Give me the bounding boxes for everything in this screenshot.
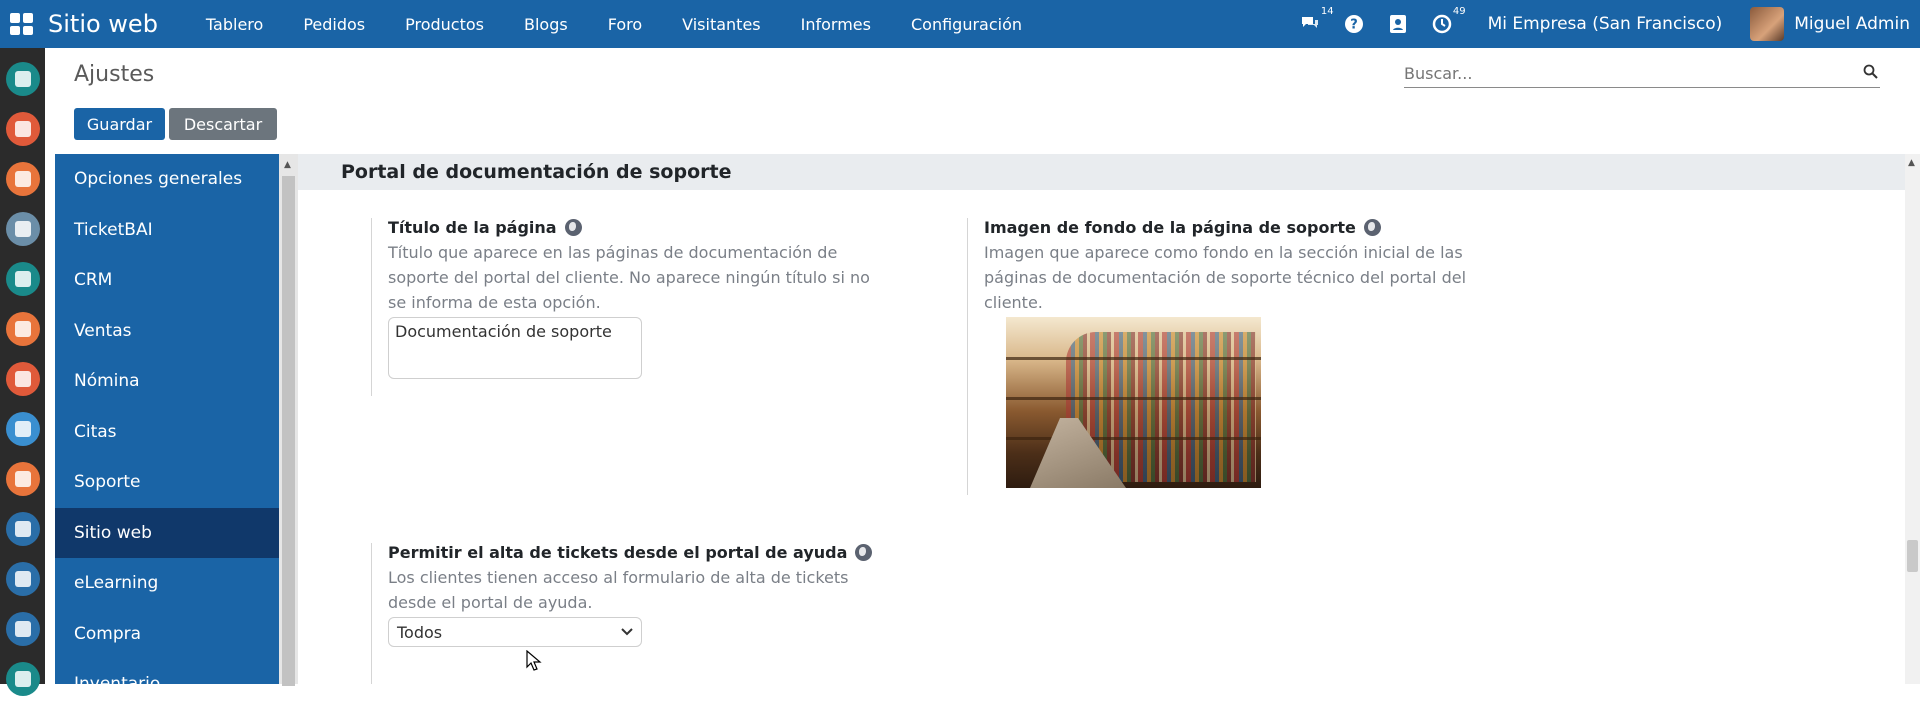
setting-description: Título que aparece en las páginas de doc… [388,243,870,312]
setting-title: Título de la página [388,218,557,237]
select-value: Todos [397,622,443,642]
sidebar-item-sitio-web[interactable]: Sitio web [55,507,279,558]
main-scrollbar[interactable]: ▲ [1905,154,1920,684]
contacts-icon[interactable] [1386,12,1410,36]
menu-item-configuracion[interactable]: Configuración [891,15,1042,34]
menu-item-productos[interactable]: Productos [385,15,504,34]
setting-description: Imagen que aparece como fondo en la secc… [984,243,1467,312]
mouse-cursor-icon [526,650,542,671]
app-brand[interactable]: Sitio web [48,10,158,38]
sidebar-scrollbar[interactable]: ▲ [279,154,298,686]
setting-background-image: Imagen de fondo de la página de soporte … [967,218,1507,495]
scroll-up-arrow-icon[interactable]: ▲ [1908,158,1915,168]
section-header: Portal de documentación de soporte [298,154,1905,190]
top-navbar: Sitio web Tablero Pedidos Productos Blog… [0,0,1920,48]
setting-description: Los clientes tienen acceso al formulario… [388,568,849,612]
globe-icon [564,219,582,236]
breadcrumb: Ajustes [74,62,155,87]
menu-item-blogs[interactable]: Blogs [504,15,588,34]
sidebar-item-crm[interactable]: CRM [55,255,279,306]
contacts-app-icon[interactable] [6,212,40,246]
inventory-app-icon[interactable] [6,662,40,696]
menu-item-tablero[interactable]: Tablero [186,15,283,34]
search-input[interactable] [1404,60,1844,86]
apps-grid-icon[interactable] [8,11,34,37]
menu-item-foro[interactable]: Foro [588,15,662,34]
dashboards-app-icon[interactable] [6,362,40,396]
main-menu: Tablero Pedidos Productos Blogs Foro Vis… [186,15,1042,34]
background-image-preview[interactable] [1006,317,1261,488]
help-icon[interactable]: ? [1342,12,1366,36]
accounting-app-icon[interactable] [6,562,40,596]
app-rail [0,48,45,696]
page-title-input[interactable]: Documentación de soporte [388,317,642,379]
user-menu[interactable]: Miguel Admin [1794,14,1910,34]
helpdesk-app-icon[interactable] [6,462,40,496]
sales-app-icon[interactable] [6,312,40,346]
planning-app-icon[interactable] [6,612,40,646]
appointments-app-icon[interactable] [6,412,40,446]
discard-button[interactable]: Descartar [169,108,277,140]
ticket-submission-select[interactable]: Todos [388,617,642,647]
scroll-up-arrow-icon[interactable]: ▲ [284,160,291,170]
pos-app-icon[interactable] [6,512,40,546]
crm-app-icon[interactable] [6,262,40,296]
sidebar-item-citas[interactable]: Citas [55,407,279,458]
search-icon[interactable] [1863,64,1878,83]
messages-count-badge: 14 [1320,6,1334,17]
setting-title: Permitir el alta de tickets desde el por… [388,543,848,562]
sidebar-item-ticketbai[interactable]: TicketBAI [55,205,279,256]
sidebar-item-nómina[interactable]: Nómina [55,356,279,407]
menu-item-informes[interactable]: Informes [781,15,891,34]
search-bar [1404,60,1880,88]
systray: 14 ? 49 Mi Empresa (San Francisco) Migue… [1288,0,1920,48]
sidebar-item-compra[interactable]: Compra [55,609,279,660]
activities-count-badge: 49 [1452,6,1466,17]
calendar-app-icon[interactable] [6,112,40,146]
globe-icon [1363,219,1381,236]
sidebar-item-elearning[interactable]: eLearning [55,558,279,609]
setting-title: Imagen de fondo de la página de soporte [984,218,1356,237]
main-scroll-thumb[interactable] [1907,540,1918,572]
sidebar-item-ventas[interactable]: Ventas [55,306,279,357]
notes-app-icon[interactable] [6,162,40,196]
discuss-app-icon[interactable] [6,62,40,96]
menu-item-visitantes[interactable]: Visitantes [662,15,781,34]
save-button[interactable]: Guardar [74,108,165,140]
svg-text:?: ? [1350,18,1358,33]
company-switcher[interactable]: Mi Empresa (San Francisco) [1488,14,1723,34]
sidebar-item-inventario[interactable]: Inventario [55,659,279,710]
activity-clock-icon[interactable]: 49 [1430,6,1466,36]
menu-item-pedidos[interactable]: Pedidos [283,15,385,34]
settings-sidebar: Opciones generales TicketBAI CRM Ventas Nómi… [55,154,279,694]
sidebar-item-opciones-generales[interactable]: Opciones generales [55,154,279,205]
chevron-down-icon [621,625,633,639]
chat-icon[interactable]: 14 [1298,6,1334,36]
sidebar-item-soporte[interactable]: Soporte [55,457,279,508]
globe-icon [855,544,873,561]
setting-ticket-submission: Permitir el alta de tickets desde el por… [371,543,891,684]
sidebar-scroll-thumb[interactable] [282,176,295,686]
setting-page-title: Título de la página Título que aparece e… [371,218,891,396]
user-avatar[interactable] [1750,7,1785,41]
